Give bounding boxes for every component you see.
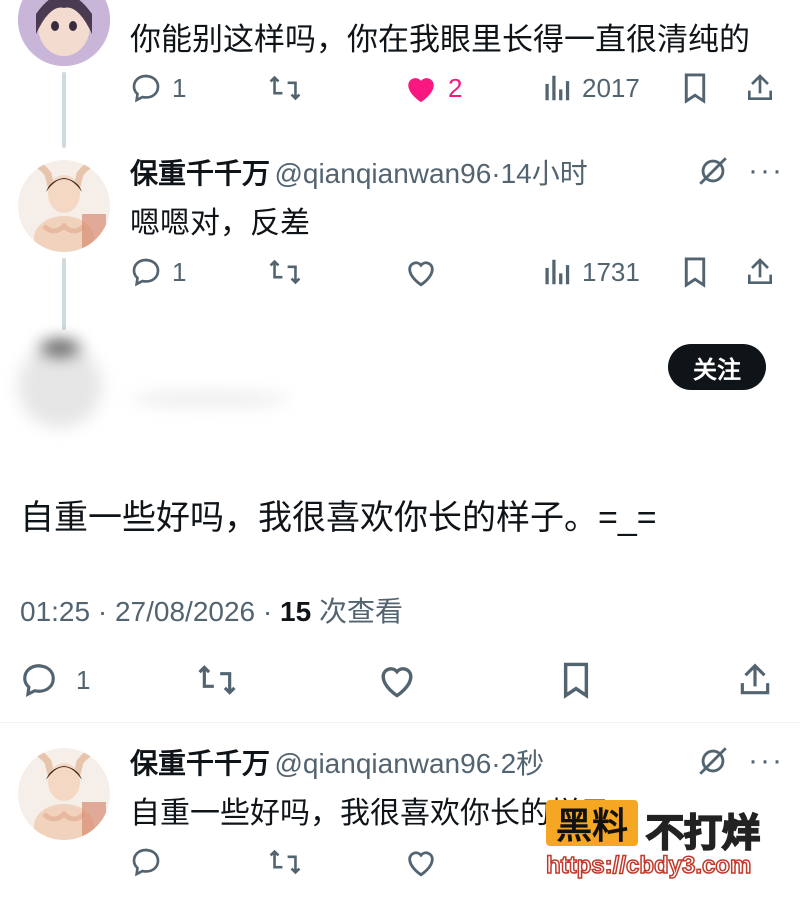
bookmark-button[interactable] <box>558 656 594 704</box>
avatar-tweet3[interactable] <box>18 748 110 840</box>
tweet3-separator: · <box>491 748 501 779</box>
like-button[interactable] <box>404 248 438 296</box>
avatar-tweet2[interactable] <box>18 160 110 252</box>
views-icon <box>545 75 570 101</box>
heart-icon <box>408 261 434 287</box>
bookmark-icon <box>684 73 706 104</box>
like-button[interactable]: 2 <box>404 64 462 112</box>
avatar-tweet1[interactable] <box>18 0 110 66</box>
main-tweet-actions: 1 <box>0 656 800 704</box>
tweet3-handle[interactable]: @qianqianwan96 <box>274 748 491 779</box>
tweet3-header: 保重千千万 @qianqianwan96·2秒 <box>130 742 544 782</box>
tweet-date[interactable]: 27/08/2026 <box>115 596 255 627</box>
share-icon <box>740 663 770 695</box>
watermark-name: 不打烊 <box>645 812 761 856</box>
more-icon[interactable]: ··· <box>748 154 784 188</box>
grok-icon[interactable] <box>696 154 730 193</box>
like-count: 2 <box>448 72 463 103</box>
retweet-icon <box>269 259 301 285</box>
watermark-badge: 黑料 <box>546 800 638 846</box>
tweet3-time[interactable]: 2秒 <box>501 748 545 779</box>
retweet-button[interactable] <box>196 656 238 704</box>
more-icon[interactable]: ··· <box>748 744 784 778</box>
obscured-author <box>0 330 340 440</box>
reply-count: 1 <box>172 256 187 287</box>
bookmark-button[interactable] <box>680 64 710 112</box>
view-count: 2017 <box>582 72 640 103</box>
reply-icon <box>132 74 160 103</box>
reply-icon <box>132 258 160 287</box>
tweet2-display-name[interactable]: 保重千千万 <box>130 158 270 189</box>
share-button[interactable] <box>744 64 776 112</box>
retweet-icon <box>269 849 301 875</box>
retweet-button[interactable] <box>268 838 302 886</box>
tweet2-header: 保重千千万 @qianqianwan96·14小时 <box>130 152 588 192</box>
reply-button[interactable]: 1 <box>20 656 90 704</box>
tweet1-text: 你能别这样吗，你在我眼里长得一直很清纯的 <box>130 22 750 57</box>
watermark-url: https://cbdy3.com <box>545 851 752 880</box>
reply-button[interactable] <box>130 838 162 886</box>
tweet2-time[interactable]: 14小时 <box>501 158 588 189</box>
reply-count: 1 <box>76 664 91 695</box>
tweet2-actions: 1 1731 <box>0 248 800 296</box>
share-icon <box>748 258 772 284</box>
tweet-time[interactable]: 01:25 <box>20 596 90 627</box>
main-tweet-text: 自重一些好吗，我很喜欢你长的样子。=_= <box>20 499 657 537</box>
reply-icon <box>23 664 55 698</box>
share-button[interactable] <box>744 248 776 296</box>
heart-icon <box>381 667 413 698</box>
retweet-icon <box>198 665 236 695</box>
like-button[interactable] <box>404 838 438 886</box>
bookmark-icon <box>563 662 589 699</box>
bookmark-icon <box>684 257 706 288</box>
like-button[interactable] <box>376 656 418 704</box>
tweet3-display-name[interactable]: 保重千千万 <box>130 748 270 779</box>
tweet3-text: 自重一些好吗，我很喜欢你长的样子 <box>130 797 610 830</box>
heart-filled-icon <box>408 78 434 103</box>
share-button[interactable] <box>736 656 774 704</box>
views-label: 次查看 <box>318 596 403 627</box>
main-tweet-meta: 01:25 · 27/08/2026 · 15 次查看 <box>20 596 403 627</box>
views-icon <box>545 259 570 285</box>
retweet-button[interactable] <box>268 248 302 296</box>
retweet-icon <box>269 75 301 101</box>
view-count-main: 15 <box>280 596 312 627</box>
views-button[interactable]: 2017 <box>544 64 640 112</box>
tweet2-text: 嗯嗯对，反差 <box>130 207 310 240</box>
follow-button[interactable]: 关注 <box>668 344 766 390</box>
bookmark-button[interactable] <box>680 248 710 296</box>
reply-button[interactable]: 1 <box>130 64 186 112</box>
retweet-button[interactable] <box>268 64 302 112</box>
reply-button[interactable]: 1 <box>130 248 186 296</box>
tweet1-actions: 1 2 2017 <box>0 64 800 112</box>
grok-icon[interactable] <box>696 744 730 783</box>
reply-count: 1 <box>172 72 187 103</box>
tweet2-handle[interactable]: @qianqianwan96 <box>274 158 491 189</box>
heart-icon <box>408 851 434 877</box>
view-count: 1731 <box>582 256 640 287</box>
divider <box>0 722 800 723</box>
share-icon <box>748 74 772 100</box>
views-button[interactable]: 1731 <box>544 248 640 296</box>
reply-icon <box>132 848 160 877</box>
tweet2-separator: · <box>491 158 501 189</box>
